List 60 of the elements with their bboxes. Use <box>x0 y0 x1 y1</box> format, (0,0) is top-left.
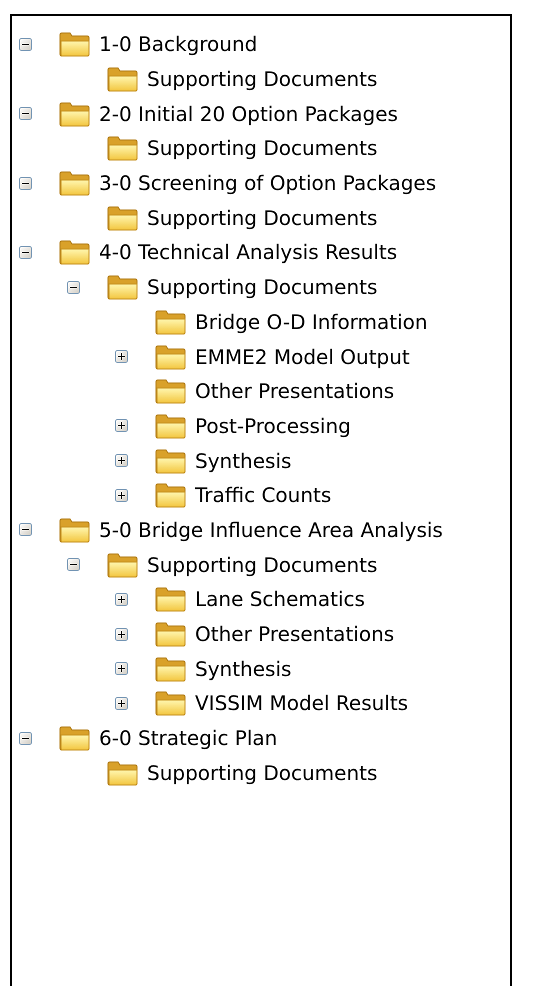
folder-icon <box>107 760 139 786</box>
folder-icon <box>155 482 187 508</box>
expand-toggle[interactable] <box>115 696 128 710</box>
folder-label[interactable]: 6-0 Strategic Plan <box>99 726 278 750</box>
folder-label[interactable]: Supporting Documents <box>147 552 378 577</box>
folder-icon <box>107 66 139 92</box>
folder-label[interactable]: Traffic Counts <box>195 483 332 508</box>
folder-icon <box>155 621 187 648</box>
folder-label[interactable]: Lane Schematics <box>195 587 365 612</box>
collapse-toggle[interactable] <box>19 107 32 120</box>
folder-label[interactable]: Synthesis <box>195 656 292 681</box>
folder-label[interactable]: Synthesis <box>195 448 292 473</box>
folder-icon <box>59 100 91 127</box>
expand-toggle[interactable] <box>115 592 128 606</box>
folder-icon <box>107 552 139 578</box>
folder-icon <box>155 412 187 439</box>
folder-label[interactable]: Other Presentations <box>195 379 394 404</box>
folder-icon <box>59 516 91 543</box>
folder-icon <box>59 239 91 266</box>
folder-icon <box>107 135 139 162</box>
collapse-toggle[interactable] <box>19 246 32 259</box>
folder-label[interactable]: VISSIM Model Results <box>195 691 408 716</box>
folder-icon <box>59 31 91 58</box>
folder-icon <box>107 274 139 300</box>
collapse-toggle[interactable] <box>19 732 32 745</box>
folder-label[interactable]: Supporting Documents <box>147 275 378 300</box>
expand-toggle[interactable] <box>115 488 128 502</box>
folder-icon <box>155 586 187 612</box>
expand-toggle[interactable] <box>115 662 128 676</box>
folder-label[interactable]: Other Presentations <box>195 622 394 646</box>
folder-icon <box>155 656 187 682</box>
collapse-toggle[interactable] <box>67 280 80 294</box>
expand-toggle[interactable] <box>115 454 128 468</box>
folder-label[interactable]: 4-0 Technical Analysis Results <box>99 240 398 264</box>
folder-icon <box>107 204 139 231</box>
folder-label[interactable]: Supporting Documents <box>147 760 378 785</box>
folder-icon <box>155 448 187 474</box>
expand-toggle[interactable] <box>115 419 128 432</box>
collapse-toggle[interactable] <box>19 38 32 51</box>
folder-label[interactable]: 1-0 Background <box>99 32 258 56</box>
folder-label[interactable]: Supporting Documents <box>147 67 378 92</box>
collapse-toggle[interactable] <box>19 176 32 190</box>
folder-icon <box>155 378 187 404</box>
folder-icon <box>59 725 91 752</box>
folder-label[interactable]: EMME2 Model Output <box>195 344 410 369</box>
folder-label[interactable]: 2-0 Initial 20 Option Packages <box>99 102 398 126</box>
folder-label[interactable]: Supporting Documents <box>147 136 378 160</box>
folder-icon <box>155 308 187 335</box>
folder-label[interactable]: Supporting Documents <box>147 206 378 230</box>
folder-icon <box>155 344 187 370</box>
folder-icon <box>59 170 91 196</box>
folder-label[interactable]: Post-Processing <box>195 414 351 438</box>
folder-label[interactable]: Bridge O-D Information <box>195 310 428 334</box>
folder-icon <box>155 690 187 716</box>
folder-label[interactable]: 5-0 Bridge Influence Area Analysis <box>99 518 443 542</box>
collapse-toggle[interactable] <box>19 523 32 536</box>
folder-label[interactable]: 3-0 Screening of Option Packages <box>99 171 436 196</box>
collapse-toggle[interactable] <box>67 558 80 572</box>
expand-toggle[interactable] <box>115 350 128 364</box>
expand-toggle[interactable] <box>115 628 128 641</box>
